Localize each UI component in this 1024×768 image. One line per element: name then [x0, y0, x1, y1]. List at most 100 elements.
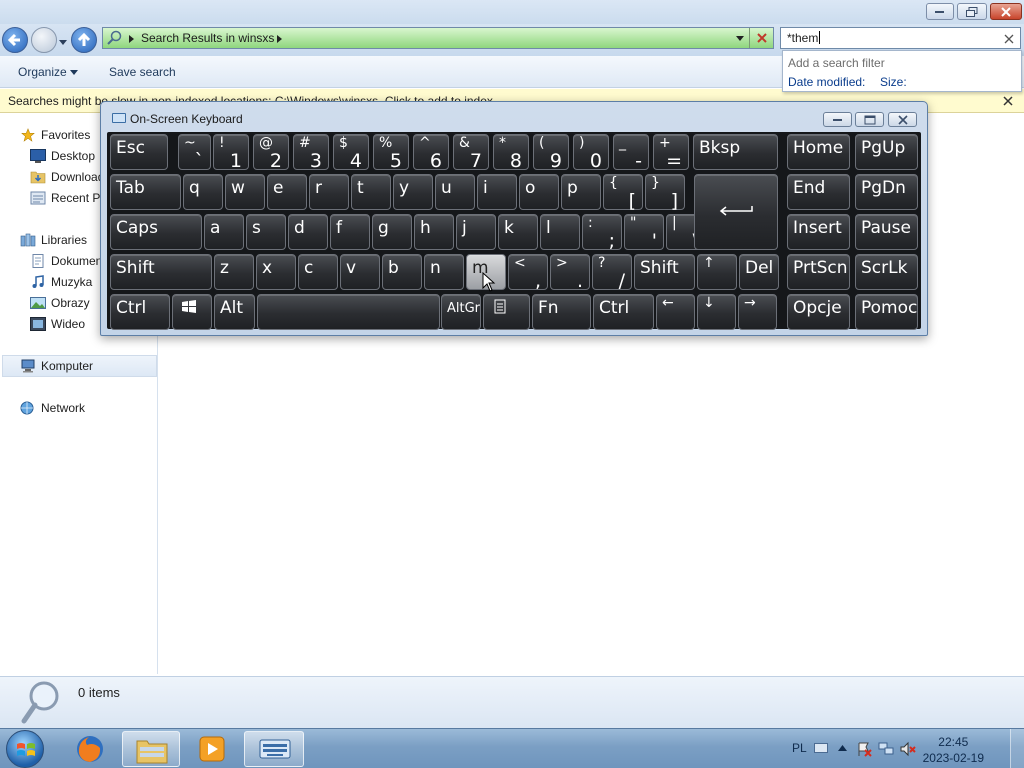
key-symbol[interactable]: {[ — [603, 174, 643, 212]
search-input[interactable]: *them — [780, 27, 1021, 49]
key-p[interactable]: p — [561, 174, 601, 210]
key-symbol[interactable]: >. — [550, 254, 590, 292]
show-hidden-icons-icon[interactable] — [838, 745, 847, 751]
save-search-button[interactable]: Save search — [109, 65, 176, 79]
key-esc[interactable]: Esc — [110, 134, 168, 170]
nav-computer[interactable]: Komputer — [20, 357, 156, 377]
key-symbol[interactable]: _ - — [613, 134, 649, 172]
key-v[interactable]: v — [340, 254, 380, 290]
key-0[interactable]: ) 0 — [573, 134, 609, 172]
organize-button[interactable]: Organize — [18, 65, 79, 79]
key-opcje[interactable]: Opcje — [787, 294, 850, 330]
key-z[interactable]: z — [214, 254, 254, 290]
key-n[interactable]: n — [424, 254, 464, 290]
start-button[interactable] — [6, 730, 44, 768]
key-t[interactable]: t — [351, 174, 391, 210]
key-1[interactable]: ! 1 — [213, 134, 249, 172]
key-r[interactable]: r — [309, 174, 349, 210]
key-pause[interactable]: Pause — [855, 214, 918, 250]
key-f[interactable]: f — [330, 214, 370, 250]
key-y[interactable]: y — [393, 174, 433, 210]
key-prtscn[interactable]: PrtScn — [787, 254, 850, 290]
key-arrow-left[interactable]: ← — [656, 294, 695, 330]
key-i[interactable]: i — [477, 174, 517, 210]
key-tab[interactable]: Tab — [110, 174, 181, 210]
back-button[interactable] — [2, 27, 28, 53]
key-symbol[interactable]: ~ ` — [178, 134, 211, 172]
key-pomoc[interactable]: Pomoc — [855, 294, 918, 330]
taskbar-firefox[interactable] — [62, 731, 118, 767]
key-ctrl[interactable]: Ctrl — [593, 294, 654, 330]
key-home[interactable]: Home — [787, 134, 850, 170]
key-ctrl[interactable]: Ctrl — [110, 294, 170, 330]
volume-muted-icon[interactable] — [900, 741, 916, 757]
key-enter[interactable] — [694, 174, 778, 250]
key-shift[interactable]: Shift — [110, 254, 212, 290]
language-indicator[interactable]: PL — [792, 741, 807, 755]
close-infobar-icon[interactable] — [1003, 96, 1013, 106]
up-button[interactable] — [71, 27, 97, 53]
key-w[interactable]: w — [225, 174, 265, 210]
key-arrow-up[interactable]: ↑ — [697, 254, 737, 290]
breadcrumb-chevron-icon[interactable] — [277, 35, 283, 43]
key-b[interactable]: b — [382, 254, 422, 290]
key-pgup[interactable]: PgUp — [855, 134, 918, 170]
key-3[interactable]: #3 — [293, 134, 329, 172]
stop-search-icon[interactable] — [756, 32, 768, 44]
filter-date-modified[interactable]: Date modified: — [788, 75, 865, 89]
address-history-dropdown-icon[interactable] — [736, 36, 744, 42]
key-c[interactable]: c — [298, 254, 338, 290]
key-2[interactable]: @2 — [253, 134, 289, 172]
key-menu[interactable] — [483, 294, 530, 330]
key-end[interactable]: End — [787, 174, 850, 210]
key-arrow-right[interactable]: → — [738, 294, 777, 330]
restore-button[interactable] — [957, 3, 987, 20]
key-symbol[interactable]: <, — [508, 254, 548, 292]
key-6[interactable]: ^ 6 — [413, 134, 449, 172]
key-del[interactable]: Del — [739, 254, 779, 290]
key-h[interactable]: h — [414, 214, 454, 250]
key-4[interactable]: $4 — [333, 134, 369, 172]
key-x[interactable]: x — [256, 254, 296, 290]
key-shift[interactable]: Shift — [634, 254, 695, 290]
keyboard-layout-icon[interactable] — [814, 743, 828, 753]
key-symbol[interactable]: }] — [645, 174, 685, 212]
key-d[interactable]: d — [288, 214, 328, 250]
key-symbol[interactable]: " ' — [624, 214, 664, 252]
key-a[interactable]: a — [204, 214, 244, 250]
key-q[interactable]: q — [183, 174, 223, 210]
key-u[interactable]: u — [435, 174, 475, 210]
network-status-icon[interactable] — [878, 741, 894, 757]
key-s[interactable]: s — [246, 214, 286, 250]
key-caps[interactable]: Caps — [110, 214, 202, 250]
filter-size[interactable]: Size: — [880, 75, 907, 89]
osk-close-button[interactable] — [888, 112, 917, 127]
recent-pages-dropdown[interactable] — [59, 35, 67, 49]
key-5[interactable]: % 5 — [373, 134, 409, 172]
nav-network[interactable]: Network — [20, 399, 156, 419]
key-9[interactable]: (9 — [533, 134, 569, 172]
key-g[interactable]: g — [372, 214, 412, 250]
key-insert[interactable]: Insert — [787, 214, 850, 250]
breadcrumb-search-results[interactable]: Search Results in winsxs — [141, 31, 274, 45]
key-8[interactable]: * 8 — [493, 134, 529, 172]
taskbar-osk[interactable] — [244, 731, 304, 767]
clock[interactable]: 22:45 2023-02-19 — [923, 734, 984, 766]
key-arrow-down[interactable]: ↓ — [697, 294, 736, 330]
key-symbol[interactable]: ? / — [592, 254, 632, 292]
key-windows-logo[interactable] — [172, 294, 212, 330]
key-7[interactable]: & 7 — [453, 134, 489, 172]
show-desktop-button[interactable] — [1010, 729, 1024, 768]
key-fn[interactable]: Fn — [532, 294, 591, 330]
key-bksp[interactable]: Bksp — [693, 134, 778, 170]
taskbar-explorer[interactable] — [122, 731, 180, 767]
key-k[interactable]: k — [498, 214, 538, 250]
key-symbol[interactable]: :; — [582, 214, 622, 252]
key-l[interactable]: l — [540, 214, 580, 250]
key-space[interactable] — [257, 294, 440, 330]
taskbar-media-player[interactable] — [184, 731, 240, 767]
action-center-flag-icon[interactable] — [856, 741, 872, 757]
key-symbol[interactable]: + = — [653, 134, 689, 172]
key-o[interactable]: o — [519, 174, 559, 210]
forward-button[interactable] — [31, 27, 57, 53]
